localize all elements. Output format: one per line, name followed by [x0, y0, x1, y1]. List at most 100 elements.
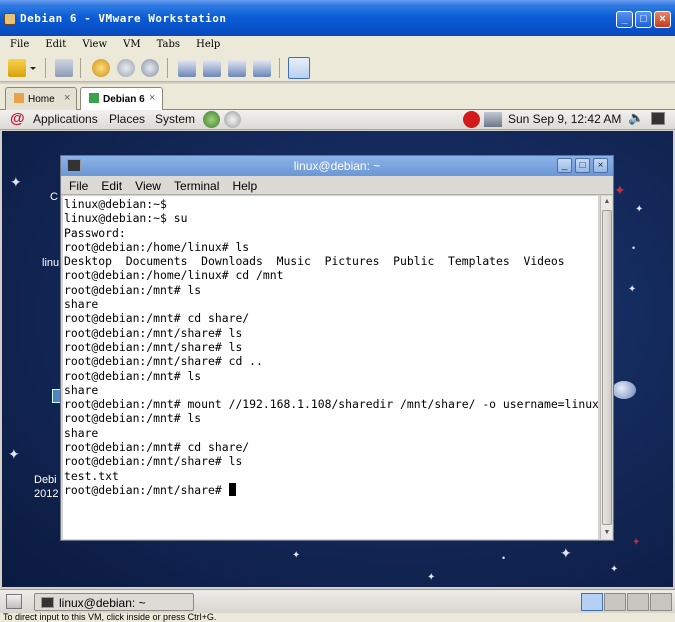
terminal-line: root@debian:/mnt# mount //192.168.1.108/…: [64, 397, 598, 412]
terminal-line: Password:: [64, 225, 126, 240]
terminal-line: root@debian:/mnt# ls: [64, 282, 202, 297]
terminal-output[interactable]: linux@debian:~$ linux@debian:~$ su Passw…: [63, 196, 598, 539]
send-keys-icon[interactable]: [55, 59, 73, 77]
terminal-line: root@debian:/mnt/share# ls: [64, 339, 243, 354]
terminal-menu-view[interactable]: View: [135, 179, 161, 193]
desktop-icon-label[interactable]: 2012: [34, 488, 58, 500]
minimize-icon[interactable]: _: [557, 158, 572, 173]
volume-icon[interactable]: 🔈: [628, 110, 644, 126]
menu-tabs[interactable]: Tabs: [157, 39, 180, 50]
desktop-icon-label[interactable]: Debi: [34, 474, 57, 486]
terminal-scrollbar[interactable]: ▲ ▼: [600, 196, 612, 539]
titlebar-strip: [0, 0, 675, 6]
home-icon: [14, 93, 24, 103]
workspace-4[interactable]: [650, 593, 672, 611]
vmware-menubar: File Edit View VM Tabs Help: [0, 36, 675, 54]
vmware-app-icon: [4, 13, 16, 25]
terminal-titlebar[interactable]: linux@debian: ~ _ □ ×: [61, 156, 613, 176]
scrollbar-thumb[interactable]: [602, 210, 612, 525]
terminal-line: root@debian:/home/linux# cd /mnt: [64, 268, 284, 283]
toolbar-separator: [279, 58, 280, 78]
debian-logo-icon: @: [10, 110, 25, 127]
applications-menu[interactable]: Applications: [33, 112, 98, 126]
close-icon[interactable]: ×: [593, 158, 608, 173]
terminal-line: root@debian:/mnt# cd share/: [64, 440, 250, 455]
vmware-window-title: Debian 6 - VMware Workstation: [20, 12, 227, 25]
scroll-up-icon[interactable]: ▲: [601, 196, 613, 208]
terminal-window[interactable]: linux@debian: ~ _ □ × File Edit View Ter…: [60, 155, 614, 541]
web-browser-icon[interactable]: [203, 111, 220, 128]
terminal-menu-edit[interactable]: Edit: [101, 179, 122, 193]
terminal-line: share: [64, 382, 99, 397]
sidebar-icon[interactable]: [178, 59, 196, 77]
workspace-3[interactable]: [627, 593, 649, 611]
desktop-icon-label[interactable]: linu: [42, 257, 59, 269]
terminal-line: root@debian:/home/linux# ls: [64, 239, 250, 254]
toolbar-separator: [167, 58, 168, 78]
panel-clock[interactable]: Sun Sep 9, 12:42 AM: [508, 112, 621, 126]
chevron-down-icon[interactable]: [28, 59, 38, 77]
menu-help[interactable]: Help: [196, 39, 220, 50]
gnome-top-panel: @ Applications Places System Sun Sep 9, …: [0, 110, 675, 130]
revert-snapshot-icon[interactable]: [117, 59, 135, 77]
star-decoration: ✦: [10, 174, 22, 190]
close-icon[interactable]: ×: [149, 92, 155, 104]
terminal-menu-help[interactable]: Help: [232, 179, 257, 193]
full-screen-icon[interactable]: [228, 59, 246, 77]
desktop-icon-label[interactable]: C: [50, 191, 58, 203]
terminal-line: root@debian:/mnt# cd share/: [64, 311, 250, 326]
terminal-prompt-line[interactable]: root@debian:/mnt/share#: [64, 482, 598, 497]
menu-view[interactable]: View: [82, 39, 107, 50]
vmware-tab-strip: Home × Debian 6 ×: [0, 84, 675, 111]
scroll-down-icon[interactable]: ▼: [601, 527, 613, 539]
taskbar-window-button[interactable]: linux@debian: ~: [34, 593, 194, 611]
star-decoration: •: [632, 243, 636, 253]
toolbar-separator: [45, 58, 46, 78]
terminal-line: share: [64, 425, 99, 440]
star-decoration: ✦: [614, 182, 626, 198]
taskbar-window-label: linux@debian: ~: [59, 596, 146, 610]
places-menu[interactable]: Places: [109, 112, 145, 126]
mail-client-icon[interactable]: [224, 111, 241, 128]
maximize-icon[interactable]: □: [635, 11, 652, 28]
star-decoration: ✦: [610, 564, 619, 575]
network-icon[interactable]: [484, 112, 502, 127]
workspace-2[interactable]: [604, 593, 626, 611]
vmware-titlebar: Debian 6 - VMware Workstation _ □ ×: [0, 0, 675, 40]
star-decoration: ✦: [632, 537, 641, 548]
snapshot-manager-icon[interactable]: [141, 59, 159, 77]
close-icon[interactable]: ×: [64, 92, 70, 104]
terminal-line: root@debian:/mnt/share# ls: [64, 325, 243, 340]
minimize-icon[interactable]: _: [616, 11, 633, 28]
toolbar-separator: [80, 58, 81, 78]
show-desktop-icon[interactable]: [6, 594, 22, 609]
menu-vm[interactable]: VM: [123, 39, 140, 50]
maximize-icon[interactable]: □: [575, 158, 590, 173]
terminal-menubar: File Edit View Terminal Help: [61, 176, 613, 195]
vmware-status-bar: To direct input to this VM, click inside…: [0, 613, 675, 622]
menu-file[interactable]: File: [10, 39, 29, 50]
snapshot-icon[interactable]: [92, 59, 110, 77]
star-decoration: ✦: [628, 284, 637, 295]
star-decoration: ✦: [427, 572, 436, 583]
star-decoration: ✦: [560, 545, 572, 561]
quick-switch-icon[interactable]: [203, 59, 221, 77]
terminal-menu-terminal[interactable]: Terminal: [174, 179, 219, 193]
workspace-1[interactable]: [581, 593, 603, 611]
console-view-icon[interactable]: [288, 57, 310, 79]
screen: Debian 6 - VMware Workstation _ □ × File…: [0, 0, 675, 622]
update-notifier-icon[interactable]: [463, 111, 480, 128]
unity-icon[interactable]: [253, 59, 271, 77]
terminal-line: test.txt: [64, 468, 119, 483]
system-menu[interactable]: System: [155, 112, 195, 126]
power-icon[interactable]: [8, 59, 26, 77]
tab-debian-6[interactable]: Debian 6 ×: [80, 87, 163, 111]
menu-edit[interactable]: Edit: [45, 39, 66, 50]
terminal-prompt: root@debian:/mnt/share#: [64, 482, 229, 497]
terminal-cursor: [228, 482, 236, 496]
terminal-menu-file[interactable]: File: [69, 179, 88, 193]
close-icon[interactable]: ×: [654, 11, 671, 28]
terminal-icon: [41, 597, 54, 608]
tab-home[interactable]: Home ×: [5, 87, 77, 110]
show-desktop-icon[interactable]: [651, 112, 665, 125]
